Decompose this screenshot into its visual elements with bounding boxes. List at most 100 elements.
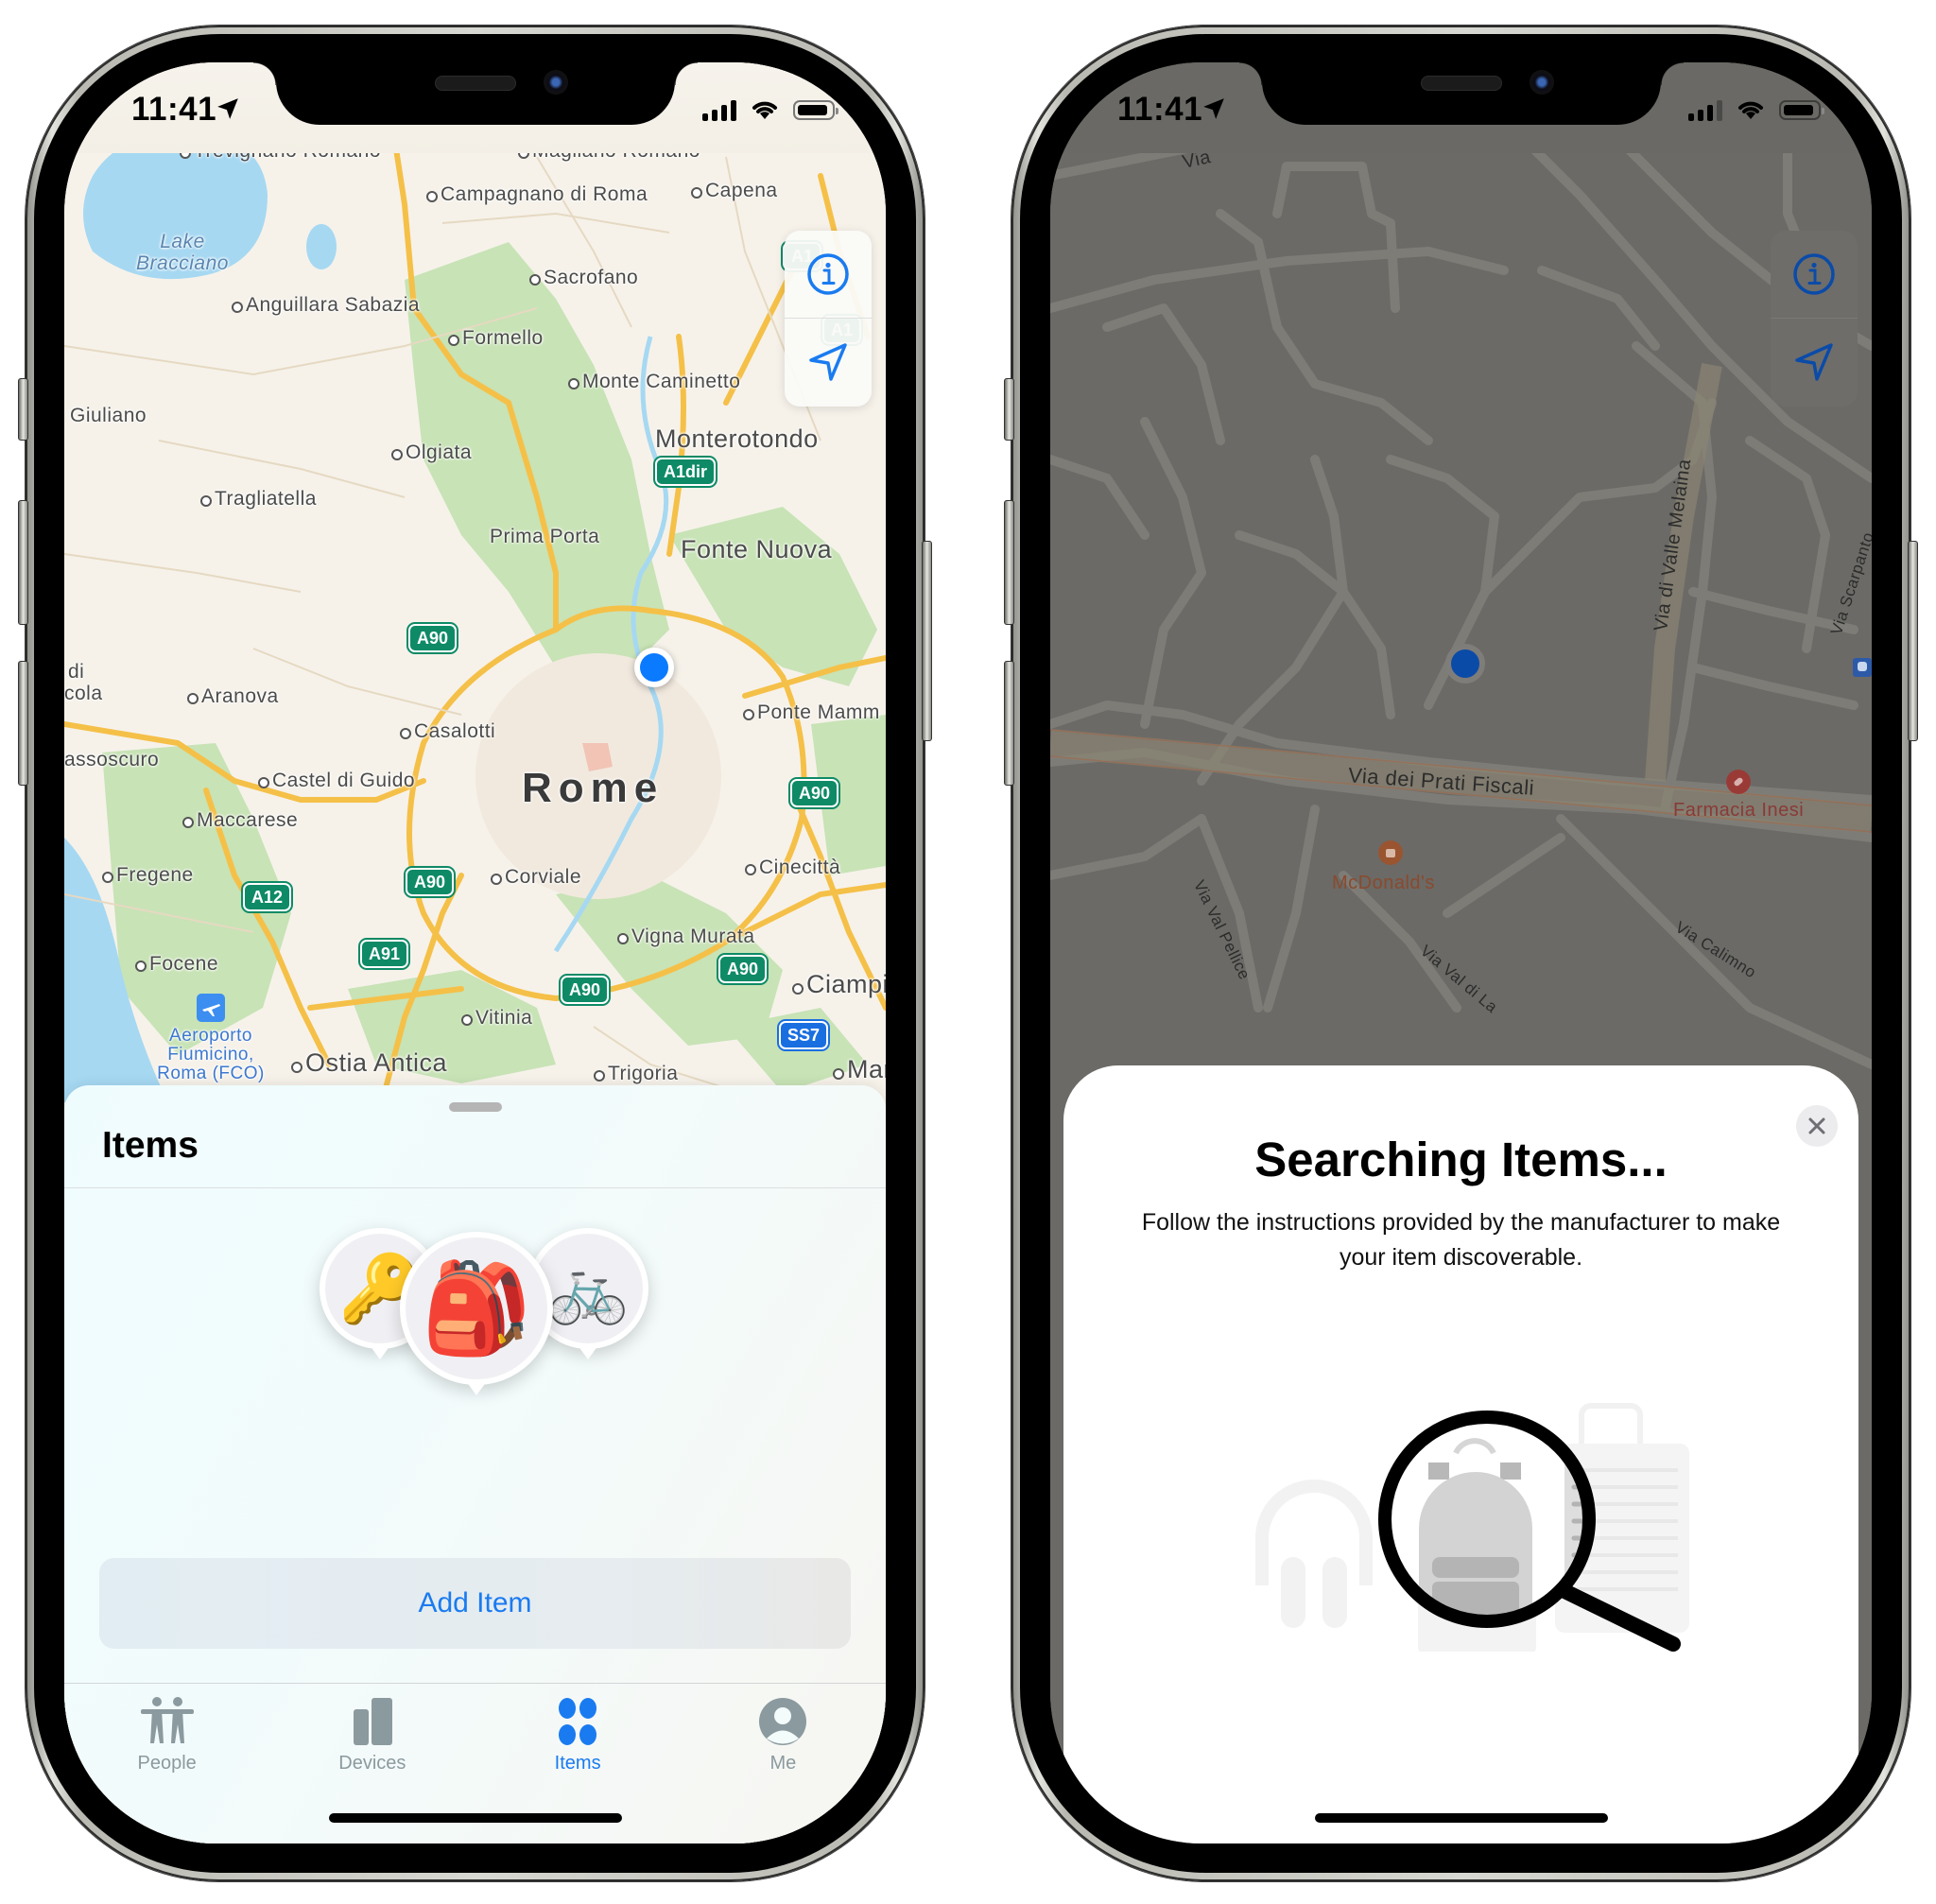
- lake-label: Lake Bracciano: [136, 231, 229, 274]
- highway-shield: A90: [408, 624, 458, 652]
- pharmacy-icon: [1726, 770, 1751, 794]
- locate-me-button[interactable]: [1771, 318, 1858, 406]
- volume-up-button: [1004, 500, 1014, 625]
- map-label: Trigoria: [594, 1063, 678, 1085]
- user-location-dot[interactable]: [1445, 644, 1485, 684]
- tab-items[interactable]: Items: [475, 1684, 681, 1797]
- tab-devices[interactable]: Devices: [269, 1684, 475, 1797]
- map-label: Campagnano di Roma: [426, 183, 648, 206]
- location-services-icon: [217, 98, 238, 119]
- city-label-rome: Rome: [522, 765, 665, 811]
- highway-shield: A90: [406, 868, 455, 896]
- map-label: assoscuro: [64, 749, 160, 770]
- home-indicator[interactable]: [328, 1813, 622, 1823]
- cellular-signal-icon: [1688, 98, 1722, 121]
- highway-shield: A91: [360, 940, 409, 968]
- map-label: cola: [64, 683, 103, 704]
- right-screen: 11:41 Via Via di Valle Melaina Via Scarp…: [1050, 62, 1872, 1843]
- volume-down-button: [1004, 661, 1014, 786]
- searching-illustration: [1255, 1403, 1689, 1652]
- people-icon: [140, 1697, 194, 1743]
- location-services-icon: [1203, 98, 1224, 119]
- tab-me[interactable]: Me: [681, 1684, 886, 1797]
- devices-icon: [353, 1698, 392, 1745]
- poi-label[interactable]: Farmacia Inesi: [1673, 800, 1804, 822]
- map-label: Fonte Nuova: [681, 535, 833, 563]
- backpack-icon: 🎒: [421, 1258, 532, 1358]
- map-label: Monte Caminetto: [568, 371, 740, 393]
- volume-up-button: [18, 500, 28, 625]
- map-label: Olgiata: [391, 441, 472, 464]
- highway-shield: SS7: [779, 1021, 829, 1049]
- power-button: [922, 541, 932, 741]
- map-label: Tragliatella: [200, 488, 317, 511]
- items-icon: [559, 1698, 597, 1745]
- items-sheet: Items 🔑 🚲 🎒 Add Item People Devices Item…: [64, 1085, 886, 1843]
- searching-items-sheet: Searching Items... Follow the instructio…: [1063, 1065, 1858, 1843]
- map-label: Sacrofano: [529, 267, 638, 289]
- front-camera: [1529, 70, 1554, 95]
- notch: [1238, 62, 1684, 125]
- item-pin-backpack: 🎒: [400, 1232, 553, 1385]
- tab-people[interactable]: People: [64, 1684, 269, 1797]
- add-item-button[interactable]: Add Item: [99, 1558, 851, 1649]
- action-button: [18, 378, 28, 441]
- tab-label: Items: [554, 1753, 601, 1774]
- info-button[interactable]: [785, 231, 872, 318]
- tab-label: Me: [769, 1753, 797, 1774]
- map-label: Prima Porta: [490, 526, 600, 547]
- volume-down-button: [18, 661, 28, 786]
- battery-icon: [1779, 99, 1824, 120]
- sheet-grabber[interactable]: [448, 1102, 502, 1112]
- locate-me-button[interactable]: [785, 318, 872, 406]
- highway-shield: A12: [243, 883, 292, 911]
- map-controls: [1771, 231, 1858, 407]
- tab-label: People: [137, 1753, 197, 1774]
- info-button[interactable]: [1771, 231, 1858, 318]
- power-button: [1908, 541, 1918, 741]
- map-label: Formello: [448, 327, 544, 350]
- status-time: 11:41: [131, 91, 217, 128]
- map-label: Corviale: [491, 866, 581, 889]
- status-time: 11:41: [1117, 91, 1203, 128]
- map-label: Aranova: [187, 685, 279, 708]
- map-label: Casalotti: [400, 720, 495, 743]
- map-controls: [785, 231, 872, 407]
- battery-icon: [793, 99, 838, 120]
- highway-shield: A90: [790, 779, 839, 807]
- map-label: Mar: [833, 1055, 886, 1084]
- map-label: Castel di Guido: [258, 770, 415, 792]
- wifi-icon: [752, 101, 777, 119]
- cellular-signal-icon: [702, 98, 736, 121]
- bicycle-icon: 🚲: [546, 1252, 630, 1325]
- airport-label[interactable]: Aeroporto Fiumicino, Roma (FCO): [154, 1027, 268, 1083]
- poi-label[interactable]: McDonald's: [1332, 873, 1435, 894]
- map-label: Vitinia: [461, 1007, 532, 1030]
- info-icon: [807, 253, 849, 295]
- info-icon: [1793, 253, 1835, 295]
- map-label: Ponte Mamm: [743, 701, 880, 724]
- tab-bar: People Devices Items Me: [64, 1683, 886, 1797]
- home-indicator[interactable]: [1314, 1813, 1608, 1823]
- airport-icon: [197, 994, 225, 1022]
- person-circle-icon: [759, 1698, 807, 1745]
- map-label: Fregene: [102, 864, 194, 887]
- map-label: Focene: [135, 953, 218, 976]
- highway-shield: A1dir: [655, 458, 717, 486]
- sheet-title: Searching Items...: [1254, 1133, 1668, 1186]
- front-camera: [543, 70, 568, 95]
- user-location-dot[interactable]: [634, 648, 674, 687]
- map-label: Ostia Antica: [291, 1048, 447, 1078]
- tab-label: Devices: [338, 1753, 406, 1774]
- map-label: Vigna Murata: [617, 926, 755, 948]
- map-label: Giuliano: [70, 405, 147, 426]
- notch: [252, 62, 698, 125]
- left-phone: 11:41 Campagnano di Roma Capena Lake Bra…: [18, 26, 932, 1881]
- map-label: Cinecittà: [745, 857, 840, 879]
- map-label: Monterotondo: [655, 424, 819, 453]
- sheet-instructions: Follow the instructions provided by the …: [1141, 1209, 1781, 1271]
- highway-shield: A90: [718, 955, 768, 983]
- sheet-title: Items: [102, 1125, 199, 1166]
- highway-shield: A90: [561, 976, 610, 1004]
- headphones-icon: [1255, 1480, 1373, 1628]
